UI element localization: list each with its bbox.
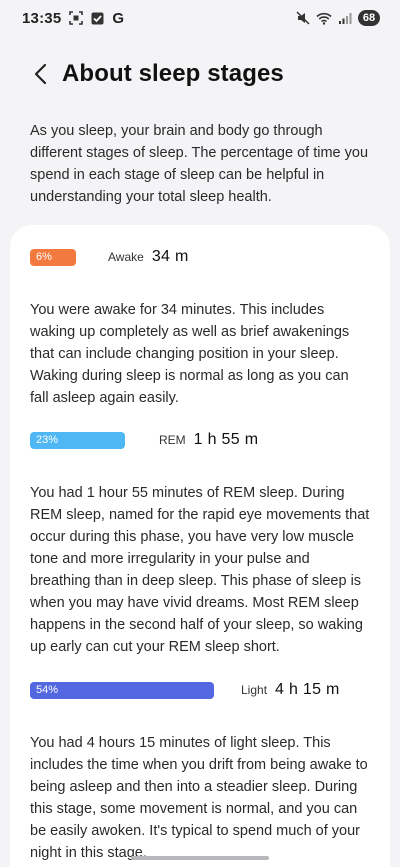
status-time: 13:35 xyxy=(22,9,62,27)
stage-name: REM xyxy=(159,433,186,447)
stage-light: 54% Light 4 h 15 m You had 4 hours 15 mi… xyxy=(30,678,370,864)
stage-percent-bar: 23% xyxy=(30,431,125,449)
stage-header: 6% Awake 34 m xyxy=(30,245,370,269)
stage-description: You were awake for 34 minutes. This incl… xyxy=(30,302,350,406)
google-icon: G xyxy=(112,9,125,27)
status-bar: 13:35 G 68 xyxy=(0,0,400,36)
stage-name: Light xyxy=(241,683,268,697)
sleep-stages-card: 6% Awake 34 m You were awake for 34 minu… xyxy=(10,225,390,867)
signal-icon xyxy=(338,11,352,25)
status-right: 68 xyxy=(296,10,380,26)
mute-icon xyxy=(296,11,310,25)
stage-header: 54% Light 4 h 15 m xyxy=(30,678,370,702)
home-indicator[interactable] xyxy=(131,856,269,860)
screenshot-icon xyxy=(69,11,84,25)
stage-description: You had 4 hours 15 minutes of light slee… xyxy=(30,735,368,861)
stage-percent-bar: 6% xyxy=(30,248,76,266)
stage-duration: 4 h 15 m xyxy=(275,681,340,698)
battery-indicator: 68 xyxy=(358,10,380,26)
stage-duration: 34 m xyxy=(151,248,189,265)
header: About sleep stages xyxy=(0,52,400,96)
stage-header: 23% REM 1 h 55 m xyxy=(30,428,370,452)
stage-description: You had 1 hour 55 minutes of REM sleep. … xyxy=(30,485,370,655)
check-box-icon xyxy=(91,11,104,25)
intro-text: As you sleep, your brain and body go thr… xyxy=(30,123,369,205)
page-title: About sleep stages xyxy=(62,60,284,87)
stage-percent-bar: 54% xyxy=(30,681,214,699)
stage-awake: 6% Awake 34 m You were awake for 34 minu… xyxy=(30,245,370,409)
stage-rem: 23% REM 1 h 55 m You had 1 hour 55 minut… xyxy=(30,428,370,658)
stage-duration: 1 h 55 m xyxy=(193,431,259,448)
stage-name: Awake xyxy=(108,250,144,264)
back-button[interactable] xyxy=(22,56,58,92)
status-left: 13:35 G xyxy=(22,10,124,27)
chevron-left-icon xyxy=(34,63,47,85)
wifi-icon xyxy=(316,11,332,25)
